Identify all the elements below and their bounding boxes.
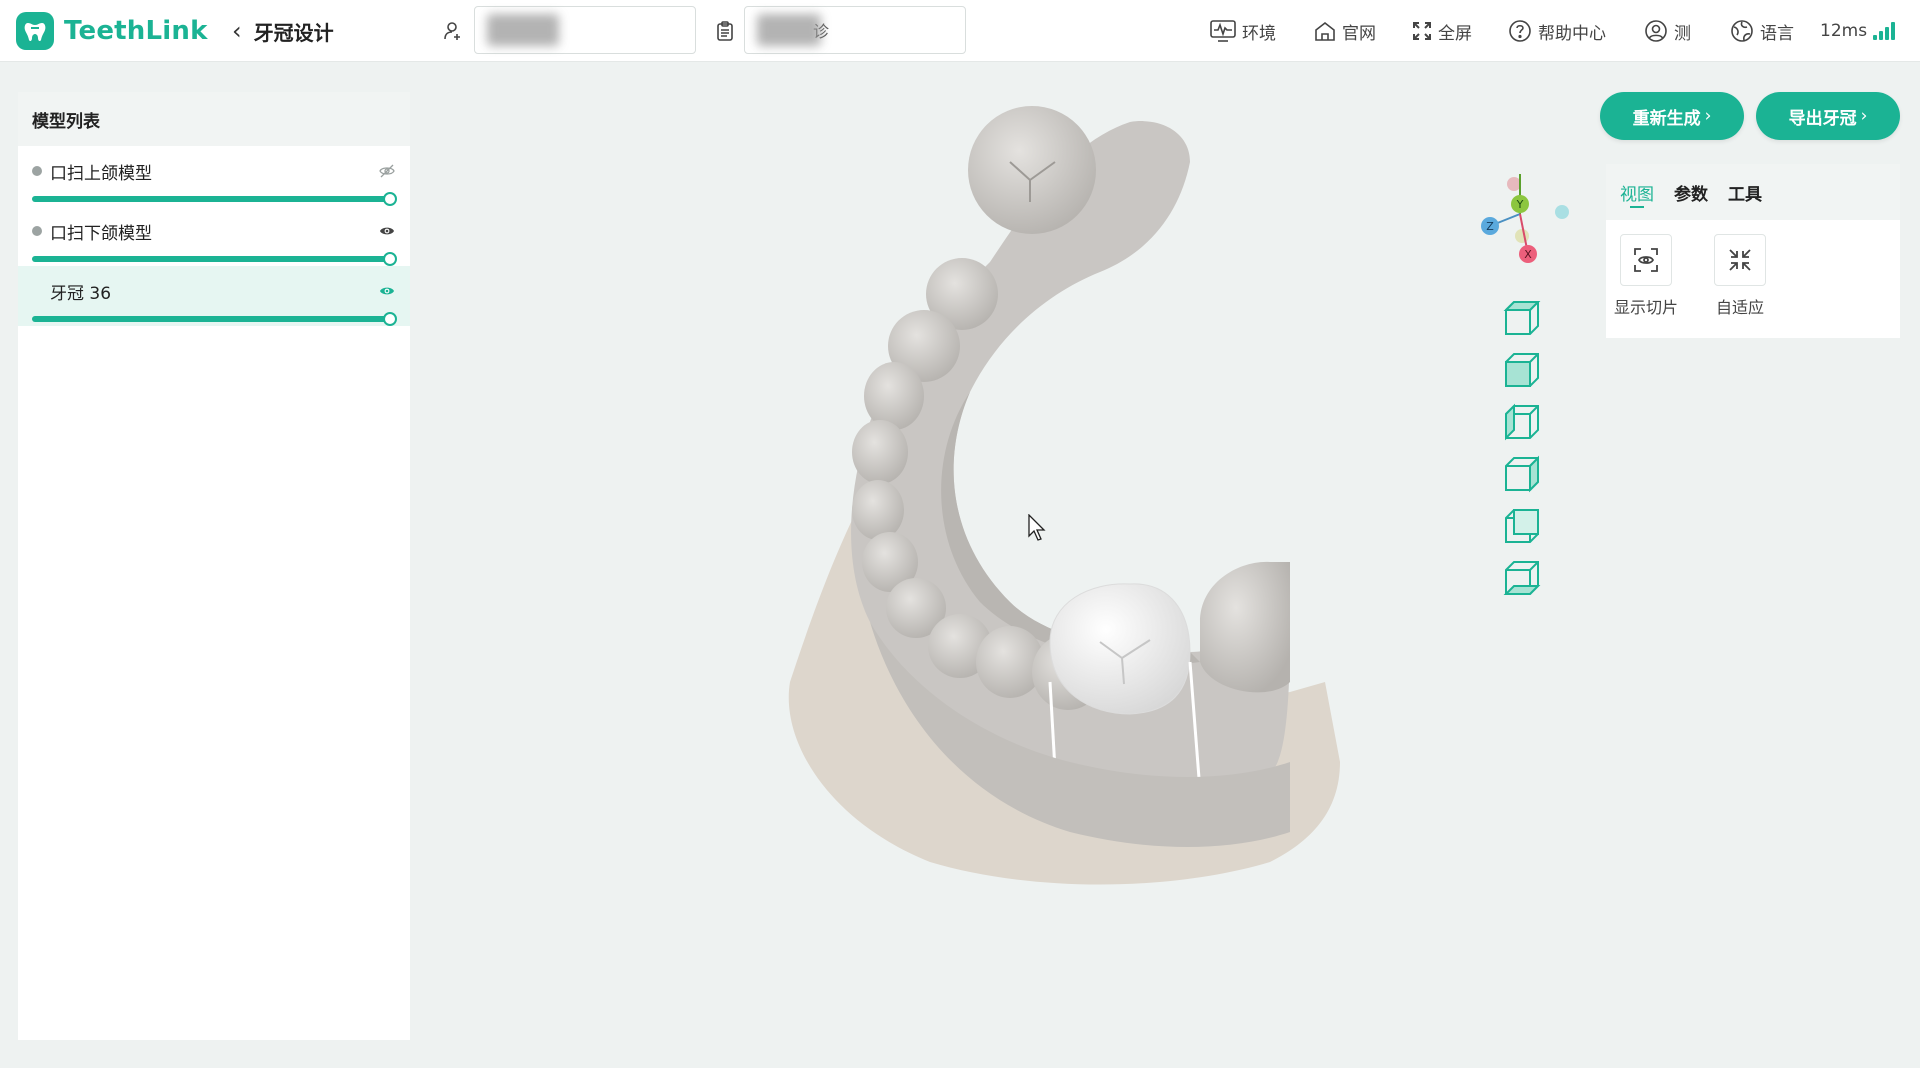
nav-fullscreen[interactable]: 全屏 [1412,14,1472,48]
page-title: 牙冠设计 [253,20,334,45]
slider-handle[interactable] [383,252,397,266]
view-cube-right-icon[interactable] [1500,452,1544,496]
redacted-text [487,14,559,46]
chevron-left-icon: ‹ [232,17,242,45]
export-crown-button[interactable]: 导出牙冠 › [1756,92,1900,140]
eye-icon[interactable] [378,282,396,300]
help-icon [1509,20,1531,42]
latency-value: 12ms [1820,21,1868,41]
eye-icon[interactable] [378,222,396,240]
view-cube-bottom-icon[interactable] [1500,556,1544,600]
model-list-title: 模型列表 [18,92,410,146]
user-circle-icon [1645,20,1667,42]
panel-tabs: 视图 参数 工具 [1606,164,1900,220]
tab-tools[interactable]: 工具 [1728,164,1762,220]
app-logo[interactable]: TeethLink [16,12,208,50]
status-dot [32,166,42,176]
status-dot [32,226,42,236]
nav-language[interactable]: 语言 [1730,14,1794,48]
slider-handle[interactable] [383,312,397,326]
nav-label: 全屏 [1438,23,1472,44]
tooth-logo-icon [16,12,54,50]
chevron-right-icon: › [1860,106,1868,126]
model-label: 口扫上颌模型 [50,163,152,184]
top-bar: TeethLink ‹ 牙冠设计 诊 环境 官网 全屏 帮助中心 测 语言 12… [0,0,1920,62]
model-item-upper-jaw[interactable]: 口扫上颌模型 [18,146,410,206]
regenerate-label: 重新生成 [1632,108,1701,129]
view-cube-toolbar [1500,296,1544,608]
mouse-cursor [1028,513,1048,546]
fit-view-button[interactable]: 自适应 [1708,234,1772,318]
nav-help[interactable]: 帮助中心 [1508,14,1606,48]
model-list-panel: 模型列表 口扫上颌模型 口扫下颌模型 牙冠 36 [18,92,410,1040]
view-cube-front-icon[interactable] [1500,348,1544,392]
home-icon [1315,21,1335,41]
nav-label: 测 [1674,23,1691,44]
user-add-icon [440,18,466,44]
show-slice-button[interactable]: 显示切片 [1614,234,1678,318]
fullscreen-icon [1413,22,1431,40]
opacity-slider[interactable] [32,192,397,206]
model-item-crown-36[interactable]: 牙冠 36 [18,266,410,326]
nav-label: 语言 [1760,23,1794,44]
nav-environment[interactable]: 环境 [1210,14,1276,48]
nav-label: 帮助中心 [1538,23,1606,44]
patient-field[interactable] [474,6,696,54]
nav-label: 环境 [1242,23,1276,44]
fit-view-icon [1714,234,1766,286]
3d-viewport[interactable] [410,62,1510,1062]
opacity-slider[interactable] [32,252,397,266]
regenerate-button[interactable]: 重新生成 › [1600,92,1744,140]
case-field[interactable]: 诊 [744,6,966,54]
model-label: 口扫下颌模型 [50,223,152,244]
tab-view[interactable]: 视图 [1620,164,1654,220]
latency-indicator: 12ms [1820,14,1896,48]
dental-arch-model[interactable] [410,62,1510,1062]
app-name: TeethLink [64,16,208,46]
signal-bars-icon [1873,22,1896,40]
nav-label: 官网 [1342,23,1376,44]
tool-label: 显示切片 [1614,298,1679,317]
export-label: 导出牙冠 [1788,108,1857,129]
monitor-pulse-icon [1210,20,1236,42]
clipboard-icon [712,18,738,44]
axis-y-label: Y [1516,198,1524,211]
view-cube-top-icon[interactable] [1500,296,1544,340]
view-cube-left-icon[interactable] [1500,400,1544,444]
nav-user[interactable]: 测 [1644,14,1691,48]
slider-handle[interactable] [383,192,397,206]
view-tools-panel: 视图 参数 工具 显示切片 自适应 [1606,164,1900,338]
tool-label: 自适应 [1715,298,1764,317]
model-label: 牙冠 36 [50,283,112,304]
model-item-lower-jaw[interactable]: 口扫下颌模型 [18,206,410,266]
view-cube-back-icon[interactable] [1500,504,1544,548]
tab-parameters[interactable]: 参数 [1674,164,1708,220]
axis-x-label: X [1524,248,1532,261]
chevron-right-icon: › [1704,106,1712,126]
nav-website[interactable]: 官网 [1314,14,1376,48]
axis-z-label: Z [1486,220,1494,233]
redacted-text [757,14,821,46]
back-button[interactable]: ‹ 牙冠设计 [232,14,334,48]
axis-gizmo[interactable]: Y Z X [1470,174,1570,274]
eye-off-icon[interactable] [378,162,396,180]
globe-icon [1731,20,1753,42]
slice-view-icon [1620,234,1672,286]
opacity-slider[interactable] [32,312,397,326]
